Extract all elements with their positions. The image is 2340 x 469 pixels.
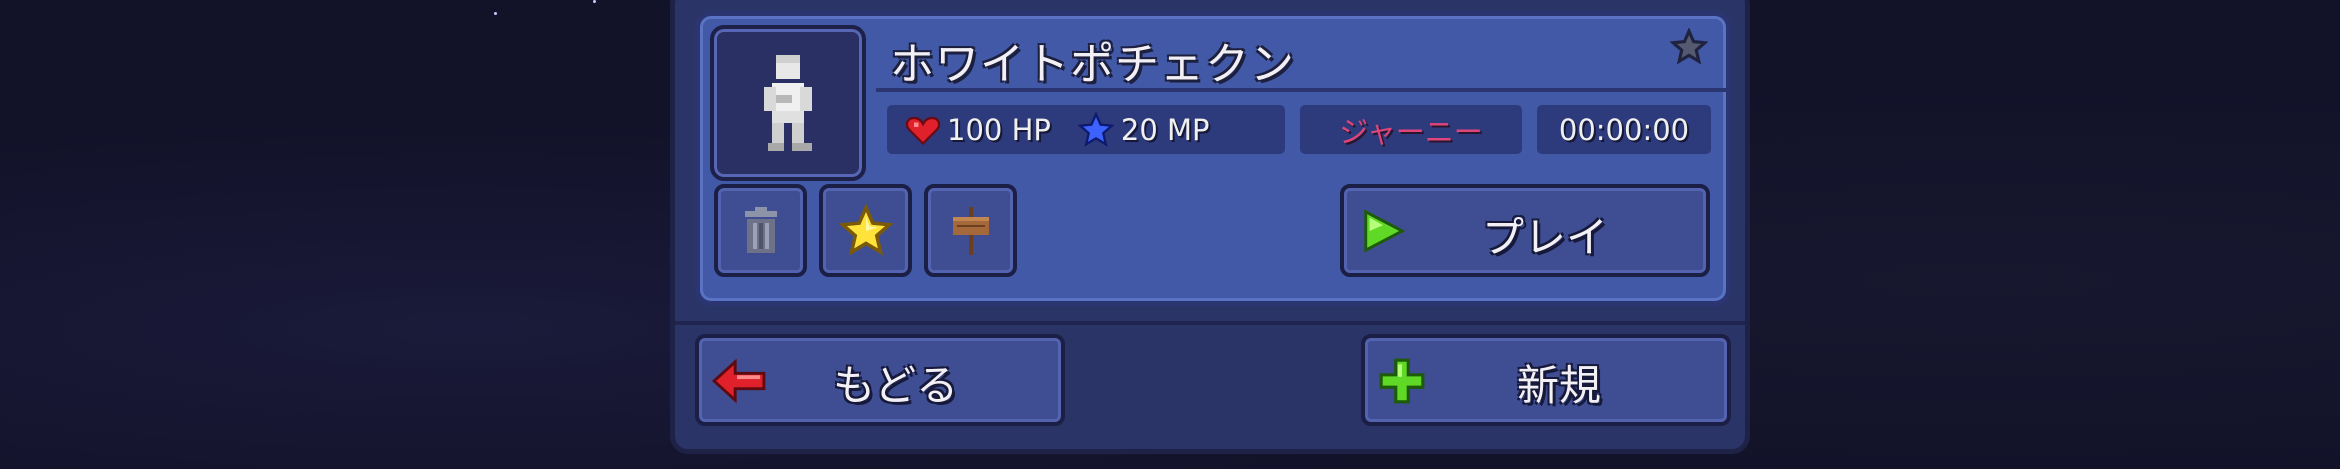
trash-icon bbox=[744, 206, 777, 253]
hp-value: 100 HP bbox=[947, 112, 1051, 147]
character-name: ホワイトポチェクン bbox=[890, 39, 1295, 90]
play-button[interactable]: プレイ bbox=[1340, 184, 1710, 277]
star-icon bbox=[837, 202, 894, 256]
character-card[interactable]: ホワイトポチェクン 100 HP 20 MP ジャーニー 00:00:00 プレ… bbox=[695, 11, 1731, 306]
character-portrait bbox=[710, 25, 866, 181]
rename-button[interactable] bbox=[924, 184, 1017, 277]
favorite-button[interactable] bbox=[819, 184, 912, 277]
red-left-arrow-icon bbox=[711, 358, 766, 404]
sign-icon bbox=[952, 206, 989, 255]
mode-label: ジャーニー bbox=[1339, 114, 1483, 149]
mp-value: 20 MP bbox=[1120, 112, 1210, 147]
mana-star-icon bbox=[1077, 110, 1115, 147]
new-character-button[interactable]: 新規 bbox=[1361, 334, 1731, 426]
back-button[interactable]: もどる bbox=[695, 334, 1065, 426]
play-triangle-icon bbox=[1364, 209, 1406, 253]
green-plus-icon bbox=[1379, 358, 1425, 404]
play-label: プレイ bbox=[1482, 213, 1609, 262]
back-label: もどる bbox=[833, 361, 959, 410]
favorite-indicator-icon bbox=[1670, 28, 1708, 65]
player-sprite-icon bbox=[764, 55, 812, 151]
heart-icon bbox=[905, 116, 941, 145]
background-star bbox=[593, 0, 596, 3]
play-time: 00:00:00 bbox=[1537, 105, 1711, 154]
background-star bbox=[494, 12, 497, 15]
section-divider bbox=[675, 321, 1745, 325]
hp-mp-stat: 100 HP 20 MP bbox=[887, 105, 1285, 154]
delete-button[interactable] bbox=[714, 184, 807, 277]
difficulty-mode: ジャーニー bbox=[1300, 105, 1522, 154]
new-label: 新規 bbox=[1517, 361, 1602, 410]
character-select-panel: ホワイトポチェクン 100 HP 20 MP ジャーニー 00:00:00 プレ… bbox=[670, 0, 1750, 454]
name-divider bbox=[876, 88, 1726, 92]
play-time-value: 00:00:00 bbox=[1558, 112, 1690, 147]
